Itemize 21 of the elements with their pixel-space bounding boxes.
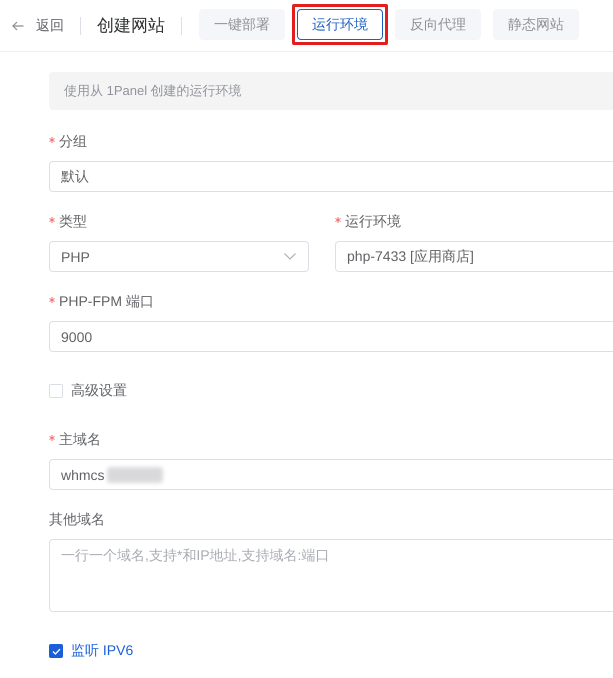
tab[interactable]: 运行环境 [297, 9, 383, 40]
checkbox[interactable] [49, 644, 63, 658]
input-field[interactable]: 9000 [49, 321, 613, 352]
input-field[interactable]: whmcs [49, 459, 613, 490]
field-label: 运行环境 [345, 213, 401, 231]
checkbox-label[interactable]: 高级设置 [71, 382, 127, 400]
page-title: 创建网站 [97, 15, 165, 37]
chevron-down-icon [284, 253, 296, 260]
field-label: 其他域名 [49, 511, 105, 529]
field-label: 分组 [59, 133, 87, 151]
field-label: 类型 [59, 213, 87, 231]
arrow-left-icon [12, 20, 24, 30]
back-button[interactable]: 返回 [12, 14, 64, 36]
info-notice: 使用从 1Panel 创建的运行环境 [49, 72, 613, 110]
checkbox-label[interactable]: 监听 IPV6 [71, 642, 134, 660]
select-field[interactable]: PHP [49, 241, 309, 272]
field-label: PHP-FPM 端口 [59, 293, 154, 311]
checkmark-icon [52, 648, 60, 654]
input-field[interactable]: php-7433 [应用商店] [335, 241, 613, 272]
input-field[interactable]: 默认 [49, 161, 613, 192]
field-label: 主域名 [59, 431, 101, 449]
